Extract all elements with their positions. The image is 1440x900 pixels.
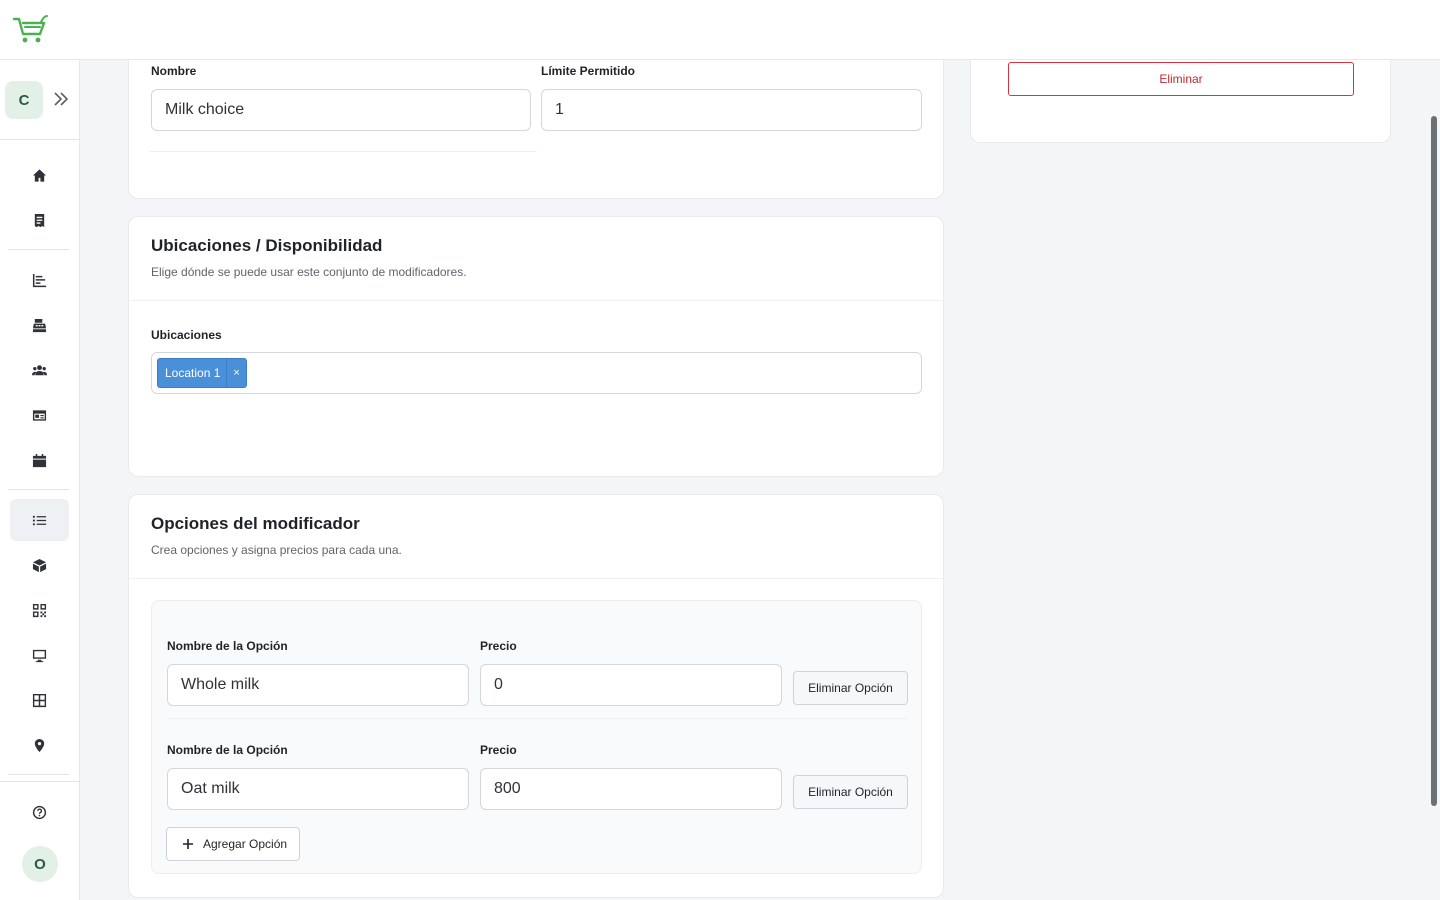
options-subtitle: Crea opciones y asigna precios para cada…	[151, 543, 402, 557]
location-tag-label: Location 1	[165, 366, 221, 380]
sidebar-item-tables[interactable]	[10, 679, 69, 721]
sidebar: C O	[0, 60, 80, 900]
add-option-button[interactable]: Agregar Opción	[166, 827, 300, 861]
register-icon	[32, 318, 47, 332]
limit-label: Límite Permitido	[541, 64, 636, 78]
location-tag: Location 1 ×	[157, 358, 247, 388]
top-bar	[0, 0, 1440, 60]
option-name-input[interactable]: Oat milk	[167, 768, 469, 810]
sidebar-item-calendar[interactable]	[10, 439, 69, 481]
sidebar-item-modifiers[interactable]	[10, 499, 69, 541]
locations-subtitle: Elige dónde se puede usar este conjunto …	[151, 265, 467, 279]
divider	[167, 718, 908, 719]
option-price-label: Precio	[480, 639, 517, 653]
sidebar-item-locations[interactable]	[10, 724, 69, 766]
id-card-icon	[32, 409, 47, 421]
users-icon	[32, 364, 47, 375]
home-icon	[32, 168, 47, 182]
sidebar-item-customers[interactable]	[10, 349, 69, 391]
locations-title: Ubicaciones / Disponibilidad	[151, 236, 383, 255]
remove-tag-button[interactable]: ×	[226, 359, 245, 387]
box-icon	[32, 558, 47, 572]
scrollbar[interactable]	[1428, 60, 1440, 900]
grid-icon	[32, 693, 47, 707]
qr-icon	[32, 603, 47, 617]
name-label: Nombre	[151, 64, 197, 78]
sidebar-item-register[interactable]	[10, 304, 69, 346]
sidebar-divider	[0, 781, 80, 782]
sidebar-item-qr[interactable]	[10, 589, 69, 631]
sidebar-item-help[interactable]	[10, 791, 69, 833]
delete-button[interactable]: Eliminar	[1008, 62, 1354, 96]
chart-icon	[32, 273, 47, 287]
limit-input[interactable]: 1	[541, 89, 922, 131]
plus-icon	[183, 839, 193, 849]
option-price-input[interactable]: 0	[480, 664, 782, 706]
sidebar-divider	[8, 489, 69, 490]
option-name-label: Nombre de la Opción	[167, 743, 288, 757]
chevrons-right-icon[interactable]	[52, 90, 70, 108]
locations-select[interactable]: Location 1 ×	[151, 352, 922, 394]
sidebar-divider	[8, 774, 69, 775]
help-icon	[32, 805, 47, 819]
divider	[129, 578, 945, 579]
user-avatar[interactable]: O	[22, 846, 58, 882]
sidebar-item-orders[interactable]	[10, 199, 69, 241]
workspace-button[interactable]: C	[5, 81, 43, 119]
options-panel: Nombre de la Opción Whole milk Precio 0 …	[151, 600, 922, 874]
sidebar-item-cards[interactable]	[10, 394, 69, 436]
sidebar-item-home[interactable]	[10, 154, 69, 196]
sidebar-item-displays[interactable]	[10, 634, 69, 676]
option-name-input[interactable]: Whole milk	[167, 664, 469, 706]
sidebar-item-reports[interactable]	[10, 259, 69, 301]
calendar-icon	[32, 453, 47, 467]
divider	[149, 151, 537, 152]
sidebar-item-inventory[interactable]	[10, 544, 69, 586]
option-name-label: Nombre de la Opción	[167, 639, 288, 653]
option-price-label: Precio	[480, 743, 517, 757]
map-pin-icon	[34, 738, 45, 752]
list-icon	[32, 515, 47, 525]
remove-option-button[interactable]: Eliminar Opción	[793, 671, 908, 705]
locations-label: Ubicaciones	[151, 328, 222, 342]
divider	[129, 300, 945, 301]
options-title: Opciones del modificador	[151, 514, 360, 533]
remove-option-button[interactable]: Eliminar Opción	[793, 775, 908, 809]
sidebar-divider	[8, 249, 69, 250]
sidebar-divider	[0, 139, 80, 140]
option-price-input[interactable]: 800	[480, 768, 782, 810]
receipt-icon	[34, 213, 45, 227]
cart-logo-icon[interactable]	[12, 14, 48, 46]
scrollbar-thumb[interactable]	[1431, 116, 1437, 806]
add-option-label: Agregar Opción	[203, 837, 288, 851]
locations-card: Ubicaciones / Disponibilidad Elige dónde…	[128, 216, 945, 477]
options-card: Opciones del modificador Crea opciones y…	[128, 494, 945, 898]
name-input[interactable]: Milk choice	[151, 89, 531, 131]
monitor-icon	[32, 649, 47, 662]
